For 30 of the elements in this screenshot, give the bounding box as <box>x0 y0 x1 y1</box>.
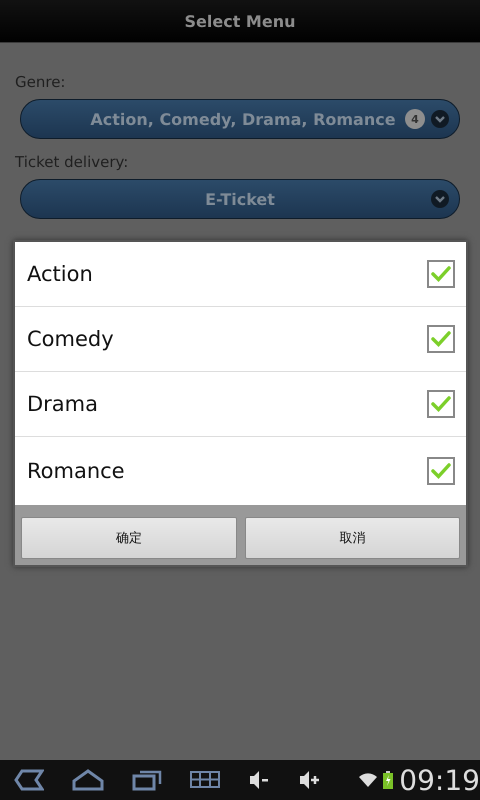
home-icon[interactable] <box>72 769 104 791</box>
back-icon[interactable] <box>14 769 44 791</box>
checkbox[interactable] <box>427 260 455 288</box>
count-badge: 4 <box>405 109 425 129</box>
option-label: Drama <box>27 392 98 416</box>
volume-up-icon[interactable] <box>298 769 320 791</box>
grid-icon[interactable] <box>190 770 220 790</box>
option-row[interactable]: Action <box>15 242 466 307</box>
page-title: Select Menu <box>184 12 296 30</box>
option-label: Romance <box>27 459 125 483</box>
checkbox[interactable] <box>427 390 455 418</box>
option-row[interactable]: Comedy <box>15 307 466 372</box>
dialog-button[interactable]: 取消 <box>244 517 460 559</box>
battery-icon <box>383 771 394 789</box>
chevron-down-icon <box>431 190 449 208</box>
select-menu[interactable]: Action, Comedy, Drama, Romance 4 <box>20 99 460 139</box>
recent-apps-icon[interactable] <box>132 769 162 791</box>
option-row[interactable]: Drama <box>15 372 466 437</box>
clock: 09:19 <box>399 764 480 796</box>
option-label: Comedy <box>27 327 114 351</box>
option-row[interactable]: Romance <box>15 437 466 505</box>
field-label: Genre: <box>15 73 66 91</box>
option-label: Action <box>27 262 93 286</box>
checkbox[interactable] <box>427 325 455 353</box>
field-label: Ticket delivery: <box>15 153 130 171</box>
checkbox[interactable] <box>427 457 455 485</box>
dialog-button[interactable]: 确定 <box>21 517 236 559</box>
wifi-icon <box>359 773 378 787</box>
volume-down-icon[interactable] <box>248 769 270 791</box>
chevron-down-icon <box>431 110 449 128</box>
